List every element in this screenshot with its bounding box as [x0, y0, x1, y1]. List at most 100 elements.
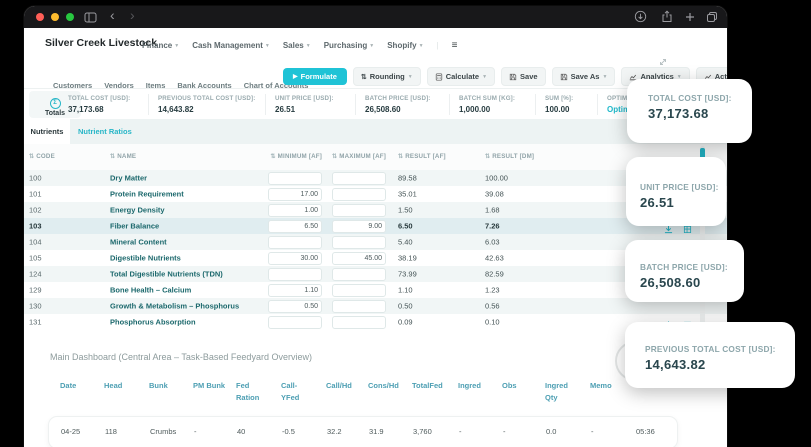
- calculator-icon: [435, 73, 443, 81]
- table-row[interactable]: 129 Bone Health – Calcium 1.10 1.23: [24, 282, 727, 298]
- min-input[interactable]: [268, 204, 322, 217]
- table-row[interactable]: 105 Digestible Nutrients 38.19 42.63: [24, 250, 727, 266]
- sigma-icon: Σ: [50, 98, 61, 109]
- menu-purchasing[interactable]: Purchasing▼: [324, 41, 375, 50]
- row-name[interactable]: Dry Matter: [110, 174, 147, 183]
- table-row[interactable]: 104 Mineral Content 5.40 6.03: [24, 234, 727, 250]
- minimize-window-icon[interactable]: [51, 13, 59, 21]
- result-af: 0.50: [398, 302, 413, 311]
- main-menu: Finance▼ Cash Management▼ Sales▼ Purchas…: [142, 40, 457, 51]
- table-row[interactable]: 130 Growth & Metabolism – Phosphorus 0.5…: [24, 298, 727, 314]
- row-name[interactable]: Phosphorus Absorption: [110, 318, 196, 327]
- downloads-icon[interactable]: [634, 10, 647, 27]
- min-input[interactable]: [268, 300, 322, 313]
- result-af: 89.58: [398, 174, 417, 183]
- sort-arrows-icon: ⇅: [361, 73, 367, 81]
- dash-col-cons-hd: Cons/Hd: [368, 380, 408, 392]
- row-name[interactable]: Energy Density: [110, 206, 165, 215]
- menu-finance[interactable]: Finance▼: [142, 41, 179, 50]
- max-input[interactable]: [332, 284, 386, 297]
- menu-shopify[interactable]: Shopify▼: [387, 41, 423, 50]
- row-name[interactable]: Bone Health – Calcium: [110, 286, 191, 295]
- formulate-button[interactable]: ▶Formulate: [283, 68, 347, 85]
- col-header-maximum[interactable]: ⇅MAXIMUM [AF]: [302, 153, 386, 160]
- min-input[interactable]: [268, 316, 322, 329]
- row-name[interactable]: Digestible Nutrients: [110, 254, 181, 263]
- table-row[interactable]: 102 Energy Density 1.50 1.68: [24, 202, 727, 218]
- table-row[interactable]: 124 Total Digestible Nutrients (TDN) 73.…: [24, 266, 727, 282]
- max-input[interactable]: [332, 204, 386, 217]
- min-input[interactable]: [268, 284, 322, 297]
- col-header-name[interactable]: ⇅NAME: [110, 153, 136, 160]
- table-row-selected[interactable]: 103 Fiber Balance 6.50 7.26: [24, 218, 727, 234]
- dash-col-obs: Obs: [502, 380, 538, 392]
- dash-memo: -: [591, 427, 594, 436]
- chevron-down-icon: ▼: [408, 74, 413, 80]
- tab-overview-icon[interactable]: [706, 11, 718, 27]
- table-row[interactable]: 100 Dry Matter 89.58 100.00: [24, 170, 727, 186]
- batch-sum-stat: BATCH SUM [KG]:1,000.00: [459, 95, 545, 114]
- max-input[interactable]: [332, 268, 386, 281]
- save-button[interactable]: Save: [501, 67, 546, 86]
- min-input[interactable]: [268, 220, 322, 233]
- col-header-result-af[interactable]: ⇅RESULT [AF]: [398, 153, 446, 160]
- result-af: 6.50: [398, 222, 413, 231]
- min-input[interactable]: [268, 268, 322, 281]
- share-icon[interactable]: [661, 10, 673, 27]
- card-value: 26.51: [640, 195, 726, 210]
- dash-col-memo: Memo: [590, 380, 626, 392]
- row-name[interactable]: Mineral Content: [110, 238, 167, 247]
- table-row[interactable]: 131 Phosphorus Absorption 0.09 0.10: [24, 314, 727, 330]
- tab-nutrients[interactable]: Nutrients: [24, 119, 70, 144]
- max-input[interactable]: [332, 236, 386, 249]
- col-header-code[interactable]: ⇅CODE: [29, 153, 55, 160]
- dash-col-total-fed: TotalFed: [412, 380, 454, 392]
- screen: ‹ › Silver Creek Livestock Finance▼ Cash…: [0, 0, 811, 447]
- close-window-icon[interactable]: [36, 13, 44, 21]
- menu-divider: |: [437, 41, 439, 50]
- batch-price-card: BATCH PRICE [USD]: 26,508.60: [625, 240, 744, 302]
- col-header-result-dm[interactable]: ⇅RESULT [DM]: [485, 153, 534, 160]
- tab-nutrient-ratios[interactable]: Nutrient Ratios: [70, 119, 140, 144]
- max-input[interactable]: [332, 172, 386, 185]
- result-dm: 42.63: [485, 254, 504, 263]
- brand-title: Silver Creek Livestock: [45, 37, 157, 49]
- back-icon[interactable]: ‹: [110, 8, 115, 22]
- max-input[interactable]: [332, 252, 386, 265]
- save-as-button[interactable]: Save As▼: [552, 67, 616, 86]
- max-input[interactable]: [332, 220, 386, 233]
- row-name[interactable]: Protein Requirement: [110, 190, 184, 199]
- hamburger-menu-icon[interactable]: ≡: [452, 40, 458, 51]
- result-dm: 6.03: [485, 238, 500, 247]
- menu-sales[interactable]: Sales▼: [283, 41, 311, 50]
- maximize-window-icon[interactable]: [66, 13, 74, 21]
- max-input[interactable]: [332, 300, 386, 313]
- max-input[interactable]: [332, 316, 386, 329]
- calculate-button[interactable]: Calculate▼: [427, 67, 495, 86]
- forward-icon[interactable]: ›: [130, 8, 135, 22]
- chevron-down-icon: ▼: [174, 43, 179, 49]
- result-dm: 7.26: [485, 222, 500, 231]
- row-name[interactable]: Total Digestible Nutrients (TDN): [110, 270, 223, 279]
- row-name[interactable]: Growth & Metabolism – Phosphorus: [110, 302, 239, 311]
- save-icon: [560, 73, 568, 81]
- save-icon: [509, 73, 517, 81]
- card-value: 37,173.68: [648, 106, 752, 121]
- sidebar-toggle-icon[interactable]: [84, 11, 97, 27]
- row-name[interactable]: Fiber Balance: [110, 222, 159, 231]
- min-input[interactable]: [268, 172, 322, 185]
- result-dm: 100.00: [485, 174, 508, 183]
- new-tab-icon[interactable]: [684, 11, 696, 27]
- sort-icon: ⇅: [398, 154, 403, 160]
- min-input[interactable]: [268, 188, 322, 201]
- table-row[interactable]: 101 Protein Requirement 35.01 39.08: [24, 186, 727, 202]
- max-input[interactable]: [332, 188, 386, 201]
- rounding-button[interactable]: ⇅Rounding▼: [353, 67, 421, 86]
- min-input[interactable]: [268, 252, 322, 265]
- min-input[interactable]: [268, 236, 322, 249]
- feedyard-row[interactable]: 04-25 118 Crumbs - 40 -0.5 32.2 31.9 3,7…: [48, 416, 678, 447]
- row-code: 101: [29, 190, 42, 199]
- menu-cash-management[interactable]: Cash Management▼: [192, 41, 270, 50]
- expand-icon[interactable]: [658, 54, 668, 72]
- row-code: 102: [29, 206, 42, 215]
